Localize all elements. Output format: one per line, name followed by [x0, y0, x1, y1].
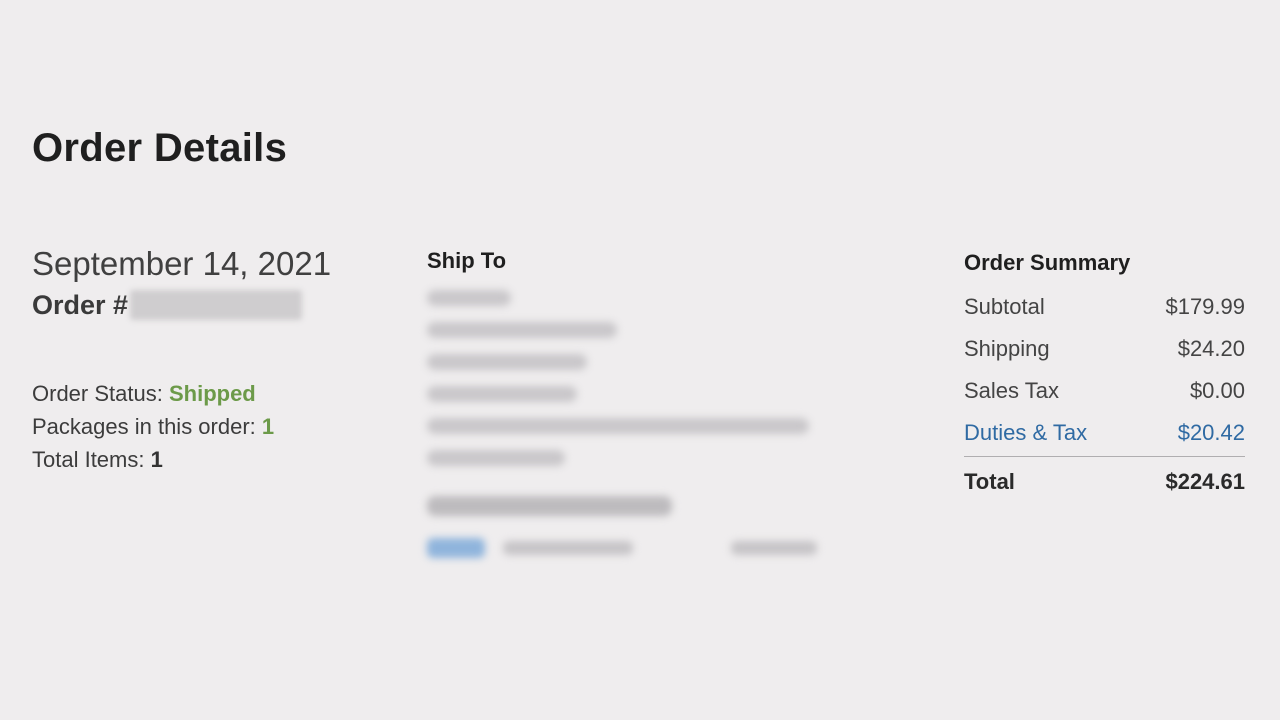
- redacted-address-line: [427, 290, 511, 306]
- order-info: September 14, 2021 Order # Order Status:…: [32, 243, 372, 476]
- order-status-block: Order Status: Shipped Packages in this o…: [32, 377, 372, 476]
- order-status-line: Order Status: Shipped: [32, 377, 372, 410]
- summary-value: $179.99: [1165, 294, 1245, 319]
- order-summary-heading: Order Summary: [964, 250, 1131, 275]
- packages-value: 1: [261, 414, 275, 439]
- card-brand-icon: [427, 538, 485, 558]
- page-title: Order Details: [32, 126, 288, 170]
- order-number-label: Order #: [32, 290, 129, 320]
- total-value: $224.61: [1165, 469, 1245, 494]
- redacted-address-line: [427, 354, 587, 370]
- redacted-payment-row: [427, 538, 847, 558]
- order-summary: Order Summary Subtotal $179.99 Shipping …: [964, 250, 1245, 503]
- summary-label: Subtotal: [964, 294, 1045, 319]
- summary-row-total: Total $224.61: [964, 461, 1245, 503]
- ship-to-heading: Ship To: [427, 248, 507, 273]
- summary-label[interactable]: Duties & Tax: [964, 412, 1087, 454]
- redacted-address-line: [427, 386, 577, 402]
- redacted-order-number: [130, 290, 303, 320]
- total-items-value: 1: [150, 447, 163, 472]
- summary-row-subtotal: Subtotal $179.99: [964, 286, 1245, 328]
- redacted-address-line: [427, 450, 565, 466]
- total-label: Total: [964, 469, 1015, 494]
- packages-line: Packages in this order: 1: [32, 410, 372, 443]
- order-number: Order #: [32, 285, 372, 325]
- summary-label: Sales Tax: [964, 378, 1059, 403]
- total-items-line: Total Items: 1: [32, 443, 372, 476]
- summary-divider: [964, 456, 1245, 457]
- summary-value: $0.00: [1189, 378, 1245, 403]
- summary-value[interactable]: $20.42: [1178, 412, 1245, 454]
- order-status-value: Shipped: [168, 381, 256, 406]
- duties-tax-link[interactable]: Duties & Tax $20.42: [964, 412, 1245, 454]
- redacted-card-number: [503, 541, 633, 555]
- order-date: September 14, 2021: [32, 245, 332, 282]
- summary-row-sales-tax: Sales Tax $0.00: [964, 370, 1245, 412]
- shipping-section: Ship To: [427, 248, 847, 558]
- summary-row-shipping: Shipping $24.20: [964, 328, 1245, 370]
- summary-label: Shipping: [964, 336, 1050, 361]
- packages-label: Packages in this order:: [32, 414, 256, 439]
- redacted-card-expiry: [731, 541, 817, 555]
- summary-value: $24.20: [1177, 336, 1245, 361]
- redacted-address-line: [427, 322, 617, 338]
- redacted-address-line: [427, 418, 809, 434]
- redacted-payment-heading: [427, 496, 672, 516]
- total-items-label: Total Items:: [32, 447, 145, 472]
- order-status-label: Order Status:: [32, 381, 163, 406]
